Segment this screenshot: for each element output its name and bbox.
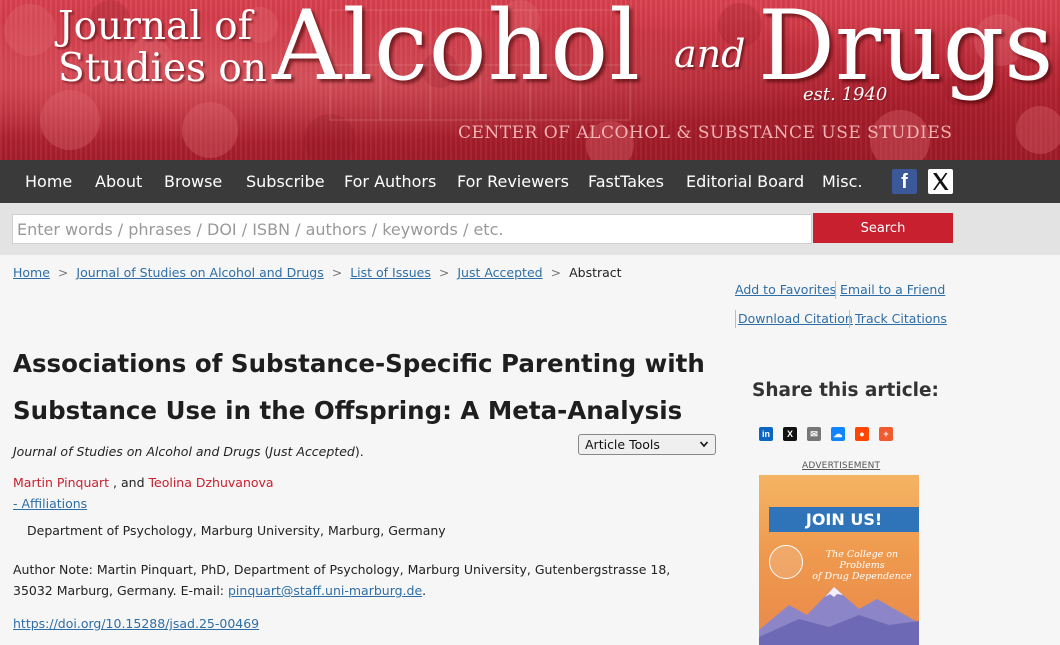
author-email-link[interactable]: pinquart@staff.uni-marburg.de bbox=[228, 583, 422, 598]
divider bbox=[849, 310, 850, 328]
x-icon[interactable]: X bbox=[783, 427, 797, 441]
citation-journal: Journal of Studies on Alcohol and Drugs bbox=[13, 444, 261, 459]
bluesky-icon[interactable]: ☁ bbox=[831, 427, 845, 441]
author-list: Martin Pinquart , and Teolina Dzhuvanova bbox=[13, 475, 274, 490]
citation-paren-close: ). bbox=[354, 444, 364, 459]
advertisement-label: ADVERTISEMENT bbox=[802, 461, 881, 471]
journal-wordmark: Journal of Studies on bbox=[58, 6, 267, 90]
breadcrumb-journal[interactable]: Journal of Studies on Alcohol and Drugs bbox=[76, 265, 323, 280]
nav-editorial-board[interactable]: Editorial Board bbox=[686, 160, 804, 203]
linkedin-icon[interactable]: in bbox=[759, 427, 773, 441]
divider bbox=[835, 281, 836, 299]
nav-for-authors[interactable]: For Authors bbox=[344, 160, 436, 203]
breadcrumb-separator: > bbox=[438, 265, 450, 280]
article-tools-label: Article Tools bbox=[585, 437, 660, 452]
citation-issue: Just Accepted bbox=[269, 444, 355, 459]
doi-link[interactable]: https://doi.org/10.15288/jsad.25-00469 bbox=[13, 616, 259, 631]
divider bbox=[735, 310, 736, 328]
nav-for-reviewers[interactable]: For Reviewers bbox=[457, 160, 569, 203]
author-link[interactable]: Martin Pinquart bbox=[13, 475, 109, 490]
established-year: est. 1940 bbox=[803, 84, 888, 105]
author-separator: , and bbox=[109, 475, 149, 490]
affiliation-text: Department of Psychology, Marburg Univer… bbox=[27, 523, 446, 538]
share-heading: Share this article: bbox=[752, 380, 939, 401]
nav-browse[interactable]: Browse bbox=[164, 160, 222, 203]
nav-misc[interactable]: Misc. bbox=[822, 160, 862, 203]
affiliations-toggle[interactable]: - Affiliations bbox=[13, 496, 87, 511]
wordmark-alcohol: Alcohol bbox=[272, 0, 641, 102]
more-icon[interactable]: + bbox=[879, 427, 893, 441]
advertisement-banner[interactable]: JOIN US! The College on Problems of Drug… bbox=[759, 475, 919, 645]
nav-fasttakes[interactable]: FastTakes bbox=[588, 160, 664, 203]
email-friend-link[interactable]: Email to a Friend bbox=[840, 282, 945, 297]
journal-banner[interactable]: Journal of Studies on Alcohol and Drugs … bbox=[0, 0, 1060, 160]
download-citation-link[interactable]: Download Citation bbox=[738, 311, 853, 326]
journal-line-1: Journal of bbox=[58, 4, 253, 49]
email-icon[interactable]: ✉ bbox=[807, 427, 821, 441]
breadcrumb-separator: > bbox=[331, 265, 343, 280]
author-note: Author Note: Martin Pinquart, PhD, Depar… bbox=[13, 559, 703, 601]
add-to-favorites-link[interactable]: Add to Favorites bbox=[735, 282, 836, 297]
article-title-line-1: Associations of Substance-Specific Paren… bbox=[13, 349, 705, 378]
nav-home[interactable]: Home bbox=[25, 160, 72, 203]
breadcrumb-home[interactable]: Home bbox=[13, 265, 50, 280]
ad-seal-logo bbox=[769, 545, 803, 579]
article-title: Associations of Substance-Specific Paren… bbox=[13, 340, 713, 434]
article-tools-dropdown[interactable]: Article Tools bbox=[578, 434, 716, 455]
chevron-down-icon bbox=[699, 435, 709, 460]
ad-join-text: JOIN US! bbox=[769, 507, 919, 532]
journal-line-2: Studies on bbox=[58, 46, 268, 91]
center-name: CENTER OF ALCOHOL & SUBSTANCE USE STUDIE… bbox=[458, 123, 953, 143]
nav-subscribe[interactable]: Subscribe bbox=[246, 160, 325, 203]
track-citations-link[interactable]: Track Citations bbox=[855, 311, 947, 326]
ad-org-line-1: The College on Problems bbox=[825, 549, 899, 571]
breadcrumb-separator: > bbox=[550, 265, 562, 280]
reddit-icon[interactable]: ● bbox=[855, 427, 869, 441]
wordmark-and: and bbox=[674, 32, 746, 76]
breadcrumb-just-accepted[interactable]: Just Accepted bbox=[457, 265, 542, 280]
nav-about[interactable]: About bbox=[95, 160, 142, 203]
author-link[interactable]: Teolina Dzhuvanova bbox=[149, 475, 274, 490]
article-title-line-2: Substance Use in the Offspring: A Meta-A… bbox=[13, 396, 683, 425]
breadcrumb: Home > Journal of Studies on Alcohol and D… bbox=[13, 265, 622, 280]
author-note-end: . bbox=[422, 583, 427, 598]
x-twitter-icon[interactable] bbox=[928, 169, 953, 194]
search-button[interactable]: Search bbox=[813, 213, 953, 243]
article-citation: Journal of Studies on Alcohol and Drugs … bbox=[13, 444, 364, 459]
search-input[interactable] bbox=[12, 214, 812, 244]
facebook-icon[interactable]: f bbox=[892, 169, 917, 194]
breadcrumb-list-of-issues[interactable]: List of Issues bbox=[350, 265, 431, 280]
breadcrumb-current: Abstract bbox=[569, 265, 622, 280]
mountain-illustration bbox=[759, 587, 919, 645]
breadcrumb-separator: > bbox=[57, 265, 69, 280]
